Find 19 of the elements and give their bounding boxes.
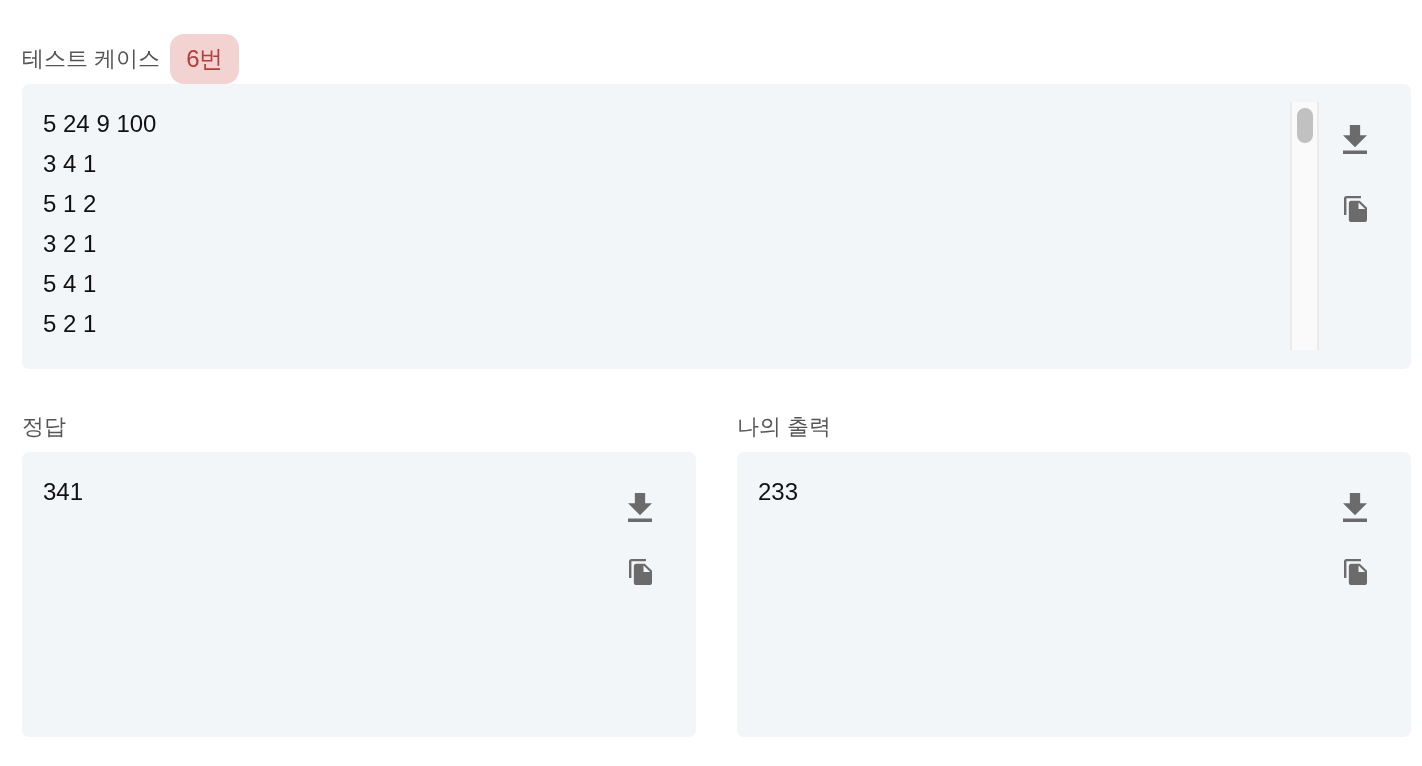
input-line: 3 2 1 <box>43 229 97 259</box>
input-line: 3 4 1 <box>43 149 97 179</box>
input-line: 5 4 1 <box>43 269 97 299</box>
input-line: 5 1 2 <box>43 189 97 219</box>
output-label: 정답 <box>22 413 66 441</box>
output-line: 233 <box>758 477 799 507</box>
download-icon[interactable] <box>1343 125 1367 154</box>
input-line: 5 2 1 <box>43 309 97 339</box>
download-icon[interactable] <box>1343 493 1367 522</box>
test-case-label: 테스트 케이스 <box>22 45 161 73</box>
copy-icon[interactable] <box>1343 196 1367 222</box>
case-number-badge: 6번 <box>170 34 240 84</box>
output-label: 나의 출력 <box>737 413 832 441</box>
copy-icon[interactable] <box>1343 559 1367 585</box>
input-line: 5 24 9 100 <box>43 109 157 139</box>
scrollbar-thumb[interactable] <box>1296 108 1313 143</box>
download-icon[interactable] <box>628 493 652 522</box>
copy-icon[interactable] <box>628 559 652 585</box>
output-line: 341 <box>43 477 84 507</box>
